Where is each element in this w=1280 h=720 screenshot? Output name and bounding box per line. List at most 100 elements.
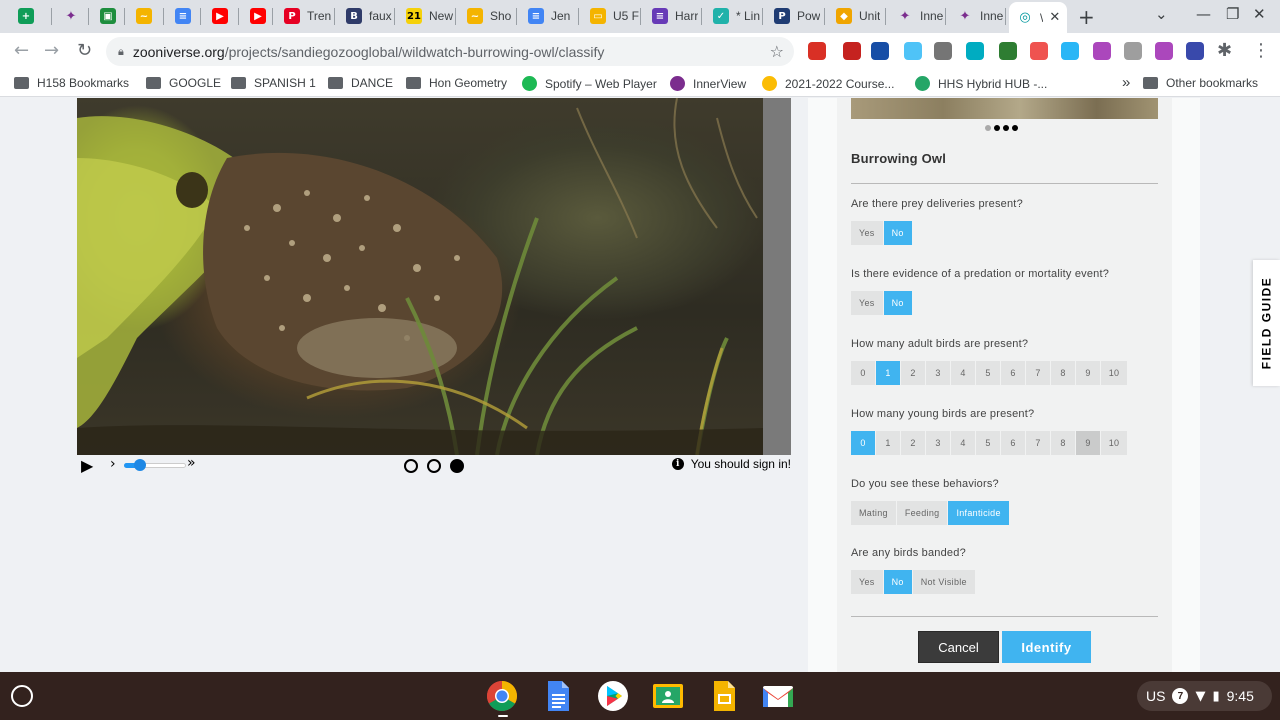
carousel-dot[interactable] [985, 125, 991, 131]
pdf-extension-icon[interactable] [1155, 42, 1173, 60]
minimize-icon[interactable]: — [1196, 5, 1211, 23]
browser-tab[interactable]: ▶ [204, 2, 240, 30]
launcher-icon[interactable] [11, 685, 33, 707]
browser-tab[interactable]: ✦ [55, 2, 91, 30]
browser-tab[interactable]: 21 New [398, 2, 456, 30]
extension-icon[interactable] [1061, 42, 1079, 60]
answer-option[interactable]: 6 [1001, 361, 1025, 385]
field-guide-tab[interactable]: FIELD GUIDE [1253, 260, 1280, 386]
carousel-dot[interactable] [994, 125, 1000, 131]
answer-option[interactable]: 7 [1026, 361, 1050, 385]
bookmarks-overflow-chevron[interactable]: » [1122, 74, 1130, 91]
browser-tab[interactable]: ▭ U5 F [582, 2, 640, 30]
answer-option[interactable]: Infanticide [948, 501, 1009, 525]
bookmark-item[interactable]: H158 Bookmarks [14, 76, 129, 90]
answer-option[interactable]: 6 [1001, 431, 1025, 455]
speed-slider-thumb[interactable] [134, 459, 146, 471]
sign-in-notice[interactable]: i You should sign in! [671, 457, 791, 471]
answer-option[interactable]: No [883, 291, 912, 315]
answer-option[interactable]: Feeding [896, 501, 948, 525]
extension-icon[interactable] [1124, 42, 1142, 60]
browser-tab[interactable]: ✓ * Lin [705, 2, 763, 30]
extension-icon[interactable] [1093, 42, 1111, 60]
google-docs-icon[interactable] [542, 680, 574, 712]
browser-tab[interactable]: ◆ Unit [828, 2, 886, 30]
answer-option[interactable]: 4 [951, 431, 975, 455]
answer-option[interactable]: 3 [926, 431, 950, 455]
bookmark-star-icon[interactable]: ☆ [770, 42, 784, 61]
bookmark-item[interactable]: SPANISH 1 [231, 76, 316, 90]
answer-option[interactable]: 2 [901, 431, 925, 455]
answer-option[interactable]: Yes [851, 291, 883, 315]
bookmark-item[interactable]: 2021-2022 Course... [762, 76, 894, 91]
image-carousel-dots[interactable] [985, 125, 1018, 131]
answer-option[interactable]: 5 [976, 431, 1000, 455]
identify-button[interactable]: Identify [1002, 631, 1091, 663]
answer-option[interactable]: 5 [976, 361, 1000, 385]
answer-option[interactable]: 10 [1101, 361, 1127, 385]
browser-tab[interactable]: ≡ [167, 2, 203, 30]
answer-option[interactable]: No [883, 221, 912, 245]
answer-option[interactable]: 3 [926, 361, 950, 385]
answer-option[interactable]: 9 [1076, 361, 1100, 385]
answer-option[interactable]: 0 [851, 361, 875, 385]
extension-icon[interactable] [1030, 42, 1048, 60]
new-tab-icon[interactable]: + [1078, 5, 1095, 29]
bookmark-item[interactable]: DANCE [328, 76, 393, 90]
answer-option[interactable]: 4 [951, 361, 975, 385]
answer-option[interactable]: 8 [1051, 431, 1075, 455]
answer-option[interactable]: 10 [1101, 431, 1127, 455]
kami-extension-icon[interactable] [1186, 42, 1204, 60]
browser-tab[interactable]: ~ Sho [459, 2, 517, 30]
address-bar[interactable]: 🔒︎ zooniverse.org/projects/sandiegozoogl… [106, 37, 794, 66]
chrome-icon[interactable] [486, 680, 518, 712]
answer-option[interactable]: 1 [876, 431, 900, 455]
browser-tab[interactable]: ✦ Inne [949, 2, 1007, 30]
chrome-menu-icon[interactable]: ⋮ [1252, 40, 1270, 61]
extension-icon[interactable] [934, 42, 952, 60]
answer-option[interactable]: Not Visible [912, 570, 975, 594]
extensions-puzzle-icon[interactable]: ✱ [1217, 40, 1232, 61]
browser-tab[interactable]: Bfaux [338, 2, 396, 30]
faster-icon[interactable]: » [187, 455, 196, 471]
google-slides-icon[interactable] [708, 680, 740, 712]
answer-option[interactable]: 9 [1076, 431, 1100, 455]
forward-arrow-icon[interactable]: → [44, 40, 59, 61]
browser-tab[interactable]: ◎ \ ✕ [1009, 2, 1067, 33]
extension-icon[interactable] [843, 42, 861, 60]
answer-option[interactable]: Mating [851, 501, 896, 525]
answer-option[interactable]: 8 [1051, 361, 1075, 385]
extension-icon[interactable] [904, 42, 922, 60]
bookmark-item[interactable]: HHS Hybrid HUB -... [915, 76, 1047, 91]
close-tab-icon[interactable]: ✕ [1049, 10, 1060, 25]
extension-icon[interactable] [999, 42, 1017, 60]
extension-icon[interactable] [871, 42, 889, 60]
google-classroom-icon[interactable] [652, 680, 684, 712]
status-tray[interactable]: US 7 ▼ ▮ 9:45 [1137, 681, 1272, 711]
answer-option[interactable]: No [883, 570, 912, 594]
browser-tab[interactable]: ≡ Jen [520, 2, 578, 30]
frame-dot[interactable] [427, 459, 441, 473]
camera-trap-image[interactable] [77, 98, 763, 455]
carousel-dot[interactable] [1003, 125, 1009, 131]
browser-tab[interactable]: ✦ Inne [889, 2, 947, 30]
answer-option[interactable]: 2 [901, 361, 925, 385]
ninja-extension-icon[interactable] [808, 42, 826, 60]
bookmark-item[interactable]: Spotify – Web Player [522, 76, 657, 91]
bookmark-item[interactable]: InnerView [670, 76, 746, 91]
answer-option[interactable]: Yes [851, 570, 883, 594]
browser-tab[interactable]: ~ [128, 2, 164, 30]
bookmark-item[interactable]: Other bookmarks [1143, 76, 1258, 90]
play-icon[interactable]: ▶ [81, 456, 93, 475]
cancel-button[interactable]: Cancel [918, 631, 999, 663]
frame-dot[interactable] [404, 459, 418, 473]
answer-option[interactable]: Yes [851, 221, 883, 245]
answer-option[interactable]: 7 [1026, 431, 1050, 455]
slower-icon[interactable]: › [110, 456, 116, 472]
restore-icon[interactable]: ❐ [1226, 5, 1239, 23]
browser-tab[interactable]: P Pow [766, 2, 824, 30]
profile-menu-icon[interactable]: ⌄ [1155, 5, 1168, 23]
browser-tab[interactable]: ▶ [242, 2, 274, 30]
browser-tab[interactable]: ▣ [92, 2, 128, 30]
browser-tab[interactable]: ≡ Harr [644, 2, 702, 30]
